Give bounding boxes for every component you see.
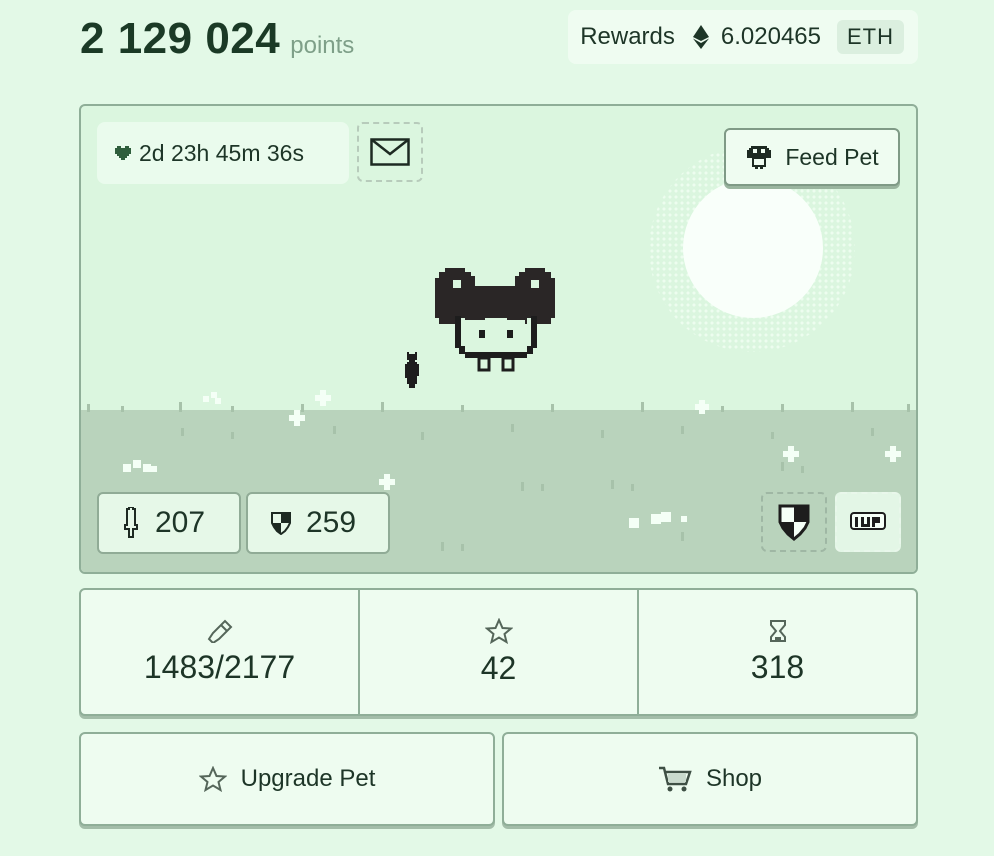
experience-stat: 1483/2177 [81, 590, 358, 714]
flower-decoration [629, 512, 687, 528]
points-label: points [290, 32, 355, 59]
pencil-icon [207, 619, 232, 643]
pet-scene: 2d 23h 45m 36s Feed Pet 207 259 [79, 104, 918, 574]
shield-item-slot[interactable] [761, 492, 827, 552]
points-value: 2 129 024 [80, 14, 281, 63]
star-icon [198, 766, 227, 792]
mushroom-icon [747, 146, 772, 169]
mail-button[interactable] [357, 122, 423, 182]
flower-decoration [315, 390, 331, 406]
rewards-value: 6.020465 [720, 23, 821, 50]
sword-icon [124, 507, 138, 538]
flower-decoration [123, 460, 157, 472]
stats-panel: 1483/2177 42 318 [79, 588, 918, 716]
rewards-label: Rewards [580, 23, 675, 50]
star-icon [484, 617, 513, 644]
pet-timer: 2d 23h 45m 36s [97, 122, 349, 184]
mail-icon [370, 138, 410, 166]
flower-decoration [695, 400, 709, 414]
hourglass-icon [769, 619, 786, 642]
cat-icon [405, 352, 419, 388]
flower-decoration [379, 474, 395, 490]
points-display: 2 129 024 points [80, 14, 354, 64]
pet-character [435, 268, 555, 372]
flower-decoration [203, 392, 221, 404]
1up-icon [850, 512, 886, 530]
flower-decoration [289, 410, 305, 426]
cart-icon [658, 766, 692, 792]
eth-icon [692, 25, 709, 49]
age-value: 318 [750, 648, 805, 685]
shop-button[interactable]: Shop [502, 732, 918, 826]
defense-value: 259 [306, 506, 357, 539]
attack-value: 207 [155, 506, 206, 539]
flower-decoration [783, 446, 799, 462]
rewards-panel: Rewards 6.020465 ETH [568, 10, 918, 64]
upgrade-pet-button[interactable]: Upgrade Pet [79, 732, 495, 826]
feed-pet-button[interactable]: Feed Pet [724, 128, 900, 186]
timer-text: 2d 23h 45m 36s [139, 139, 304, 166]
stars-stat: 42 [358, 590, 637, 714]
sun [683, 178, 823, 318]
attack-stat: 207 [97, 492, 241, 554]
defense-stat: 259 [246, 492, 390, 554]
shop-label: Shop [705, 765, 763, 792]
age-stat: 318 [637, 590, 916, 714]
shield-icon [271, 512, 291, 535]
stars-value: 42 [480, 649, 517, 686]
header: 2 129 024 points Rewards 6.020465 ETH [80, 10, 918, 66]
upgrade-pet-label: Upgrade Pet [240, 765, 376, 792]
feed-pet-label: Feed Pet [785, 143, 879, 170]
heart-icon [115, 146, 131, 160]
extra-life-slot[interactable] [835, 492, 901, 552]
flower-decoration [885, 446, 901, 462]
shield-icon [778, 504, 810, 541]
experience-value: 1483/2177 [143, 648, 296, 685]
currency-badge: ETH [837, 20, 904, 54]
